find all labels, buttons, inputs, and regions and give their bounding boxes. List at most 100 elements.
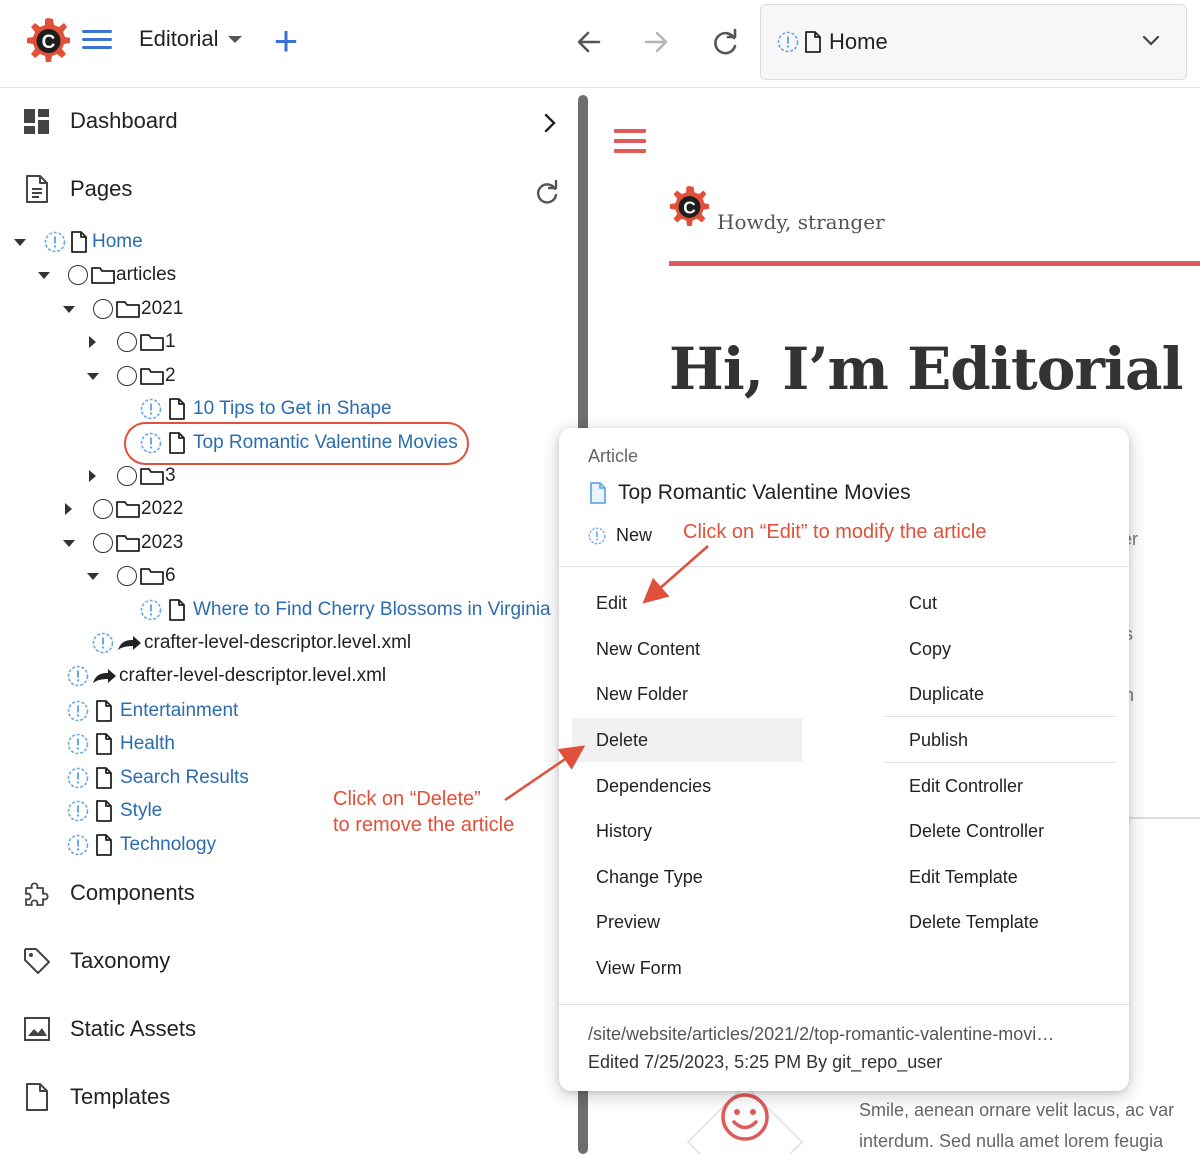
menu-item-delete-controller[interactable]: Delete Controller xyxy=(885,809,1115,853)
menu-item-history[interactable]: History xyxy=(572,809,802,853)
page-icon xyxy=(96,834,112,856)
expand-caret-icon[interactable] xyxy=(87,372,99,380)
menu-item-delete-template[interactable]: Delete Template xyxy=(885,900,1115,944)
menu-item-delete[interactable]: Delete xyxy=(572,718,802,762)
top-toolbar: C Editorial + Home xyxy=(0,0,1200,88)
tree-item-label: 1 xyxy=(165,331,176,352)
preview-menu-icon[interactable] xyxy=(614,129,646,159)
page-icon xyxy=(71,231,87,253)
expand-caret-icon[interactable] xyxy=(87,572,99,580)
sidebar-item-label: Static Assets xyxy=(70,1016,196,1041)
tree-item-3[interactable]: 3 xyxy=(89,465,176,487)
tree-item-label: 2023 xyxy=(141,532,184,553)
folder-icon xyxy=(116,501,140,518)
tree-item-articles[interactable]: articles xyxy=(38,264,176,286)
tree-item-label: 2022 xyxy=(141,498,184,519)
page-icon xyxy=(169,599,185,621)
new-state-icon xyxy=(67,834,89,856)
forward-arrow-icon[interactable] xyxy=(638,24,674,60)
level-descriptor-icon xyxy=(93,669,116,683)
menu-separator xyxy=(559,1004,1129,1005)
refresh-icon[interactable] xyxy=(533,178,561,206)
menu-item-view-form[interactable]: View Form xyxy=(572,946,802,990)
site-selector[interactable]: Editorial xyxy=(139,26,243,52)
unpublished-state-icon xyxy=(117,566,137,586)
delete-hint-line: to remove the article xyxy=(333,814,515,836)
chevron-right-icon[interactable] xyxy=(543,113,557,133)
new-state-icon xyxy=(92,632,114,654)
preview-heading: Hi, I’m Editorial xyxy=(669,335,1184,403)
menu-item-cut[interactable]: Cut xyxy=(885,581,1115,625)
item-title-text: Top Romantic Valentine Movies xyxy=(618,481,911,504)
sidebar-toggle-button[interactable] xyxy=(82,30,112,54)
expand-caret-icon[interactable] xyxy=(38,271,50,279)
new-state-icon xyxy=(777,31,799,53)
expand-caret-icon[interactable] xyxy=(89,336,96,348)
tree-item-10-tips[interactable]: 10 Tips to Get in Shape xyxy=(140,397,392,421)
menu-item-new-content[interactable]: New Content xyxy=(572,627,802,671)
tree-item-1[interactable]: 1 xyxy=(89,331,176,353)
tree-item-home[interactable]: Home xyxy=(14,230,143,254)
page-icon xyxy=(96,800,112,822)
sidebar-item-static-assets[interactable]: Static Assets xyxy=(22,1014,196,1044)
preview-divider xyxy=(669,261,1200,266)
back-arrow-icon[interactable] xyxy=(571,24,607,60)
tree-item-2023[interactable]: 2023 xyxy=(63,532,183,554)
tree-item-search-results[interactable]: Search Results xyxy=(67,766,249,790)
tree-item-6[interactable]: 6 xyxy=(87,565,176,587)
sidebar-item-components[interactable]: Components xyxy=(22,878,195,908)
chevron-down-icon[interactable] xyxy=(1142,35,1160,47)
tree-item-label: articles xyxy=(116,264,177,285)
expand-caret-icon[interactable] xyxy=(65,503,72,515)
components-icon xyxy=(25,882,49,906)
menu-item-edit-controller[interactable]: Edit Controller xyxy=(885,764,1115,808)
tree-item-2022[interactable]: 2022 xyxy=(65,498,183,520)
preview-body-text: Smile, aenean ornare velit lacus, ac var… xyxy=(859,1095,1174,1154)
sidebar-item-templates[interactable]: Templates xyxy=(22,1082,170,1112)
menu-item-publish[interactable]: Publish xyxy=(885,718,1115,762)
folder-icon xyxy=(140,568,164,585)
tree-item-health[interactable]: Health xyxy=(67,732,175,756)
tree-item-technology[interactable]: Technology xyxy=(67,833,216,857)
preview-body-line: interdum. Sed nulla amet lorem feugia xyxy=(859,1131,1164,1151)
tree-item-label: 6 xyxy=(165,565,176,586)
page-icon xyxy=(96,733,112,755)
menu-item-preview[interactable]: Preview xyxy=(572,900,802,944)
tree-item-label: Health xyxy=(120,733,175,754)
refresh-icon[interactable] xyxy=(707,24,743,60)
menu-item-dependencies[interactable]: Dependencies xyxy=(572,764,802,808)
tree-item-label: 2021 xyxy=(141,298,184,319)
tree-item-label: 2 xyxy=(165,365,176,386)
tree-item-label: Technology xyxy=(120,834,217,855)
tree-item-level-descriptor-root[interactable]: crafter-level-descriptor.level.xml xyxy=(67,665,386,687)
crafter-logo-icon[interactable]: C xyxy=(26,16,70,64)
menu-item-new-folder[interactable]: New Folder xyxy=(572,672,802,716)
tree-item-entertainment[interactable]: Entertainment xyxy=(67,699,238,723)
expand-caret-icon[interactable] xyxy=(63,305,75,313)
sidebar-item-label: Templates xyxy=(70,1084,171,1109)
add-content-button[interactable]: + xyxy=(268,20,304,62)
menu-item-copy[interactable]: Copy xyxy=(885,627,1115,671)
menu-item-duplicate[interactable]: Duplicate xyxy=(885,672,1115,716)
tree-item-style[interactable]: Style xyxy=(67,799,162,823)
sidebar-item-label: Taxonomy xyxy=(70,948,171,973)
expand-caret-icon[interactable] xyxy=(63,539,75,547)
folder-icon xyxy=(116,301,140,318)
tree-item-level-descriptor[interactable]: crafter-level-descriptor.level.xml xyxy=(92,632,411,654)
sidebar-item-pages[interactable]: Pages xyxy=(22,174,132,204)
menu-item-change-type[interactable]: Change Type xyxy=(572,855,802,899)
tree-item-2021[interactable]: 2021 xyxy=(63,298,183,320)
address-text: Home xyxy=(829,29,888,54)
expand-caret-icon[interactable] xyxy=(89,470,96,482)
tree-item-cherry-blossoms[interactable]: Where to Find Cherry Blossoms in Virgini… xyxy=(140,598,551,622)
sidebar-item-taxonomy[interactable]: Taxonomy xyxy=(22,946,170,976)
tree-item-2[interactable]: 2 xyxy=(87,365,176,387)
new-state-icon xyxy=(588,527,606,544)
menu-item-edit[interactable]: Edit xyxy=(572,581,802,625)
menu-separator xyxy=(885,762,1115,763)
expand-caret-icon[interactable] xyxy=(14,238,26,246)
folder-icon xyxy=(140,334,164,351)
sidebar-item-dashboard[interactable]: Dashboard xyxy=(22,106,178,136)
address-bar[interactable]: Home xyxy=(760,4,1187,80)
menu-item-edit-template[interactable]: Edit Template xyxy=(885,855,1115,899)
